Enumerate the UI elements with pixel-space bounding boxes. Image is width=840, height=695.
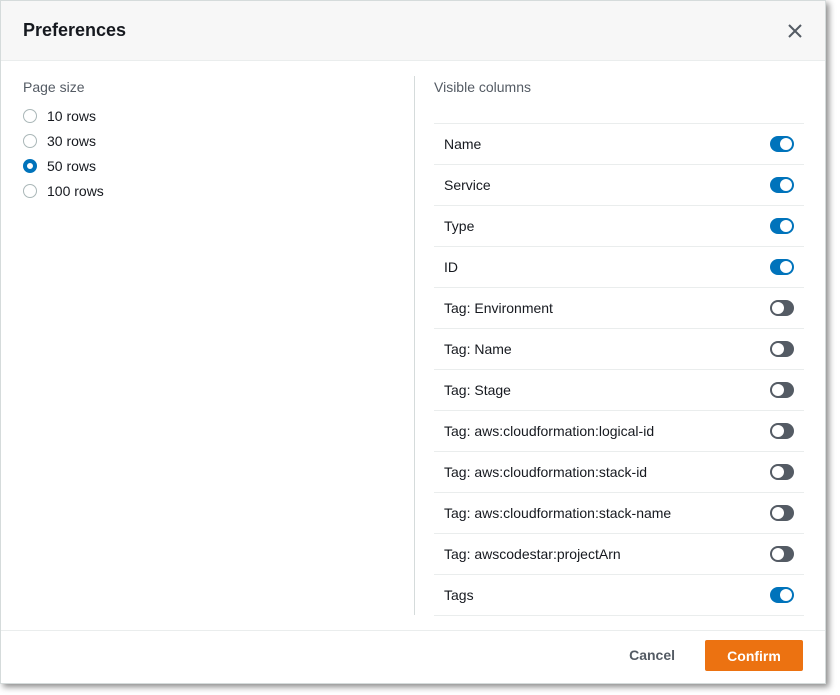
column-row: ID: [434, 247, 804, 288]
page-size-option[interactable]: 100 rows: [23, 178, 104, 203]
column-toggle[interactable]: [770, 300, 794, 316]
close-button[interactable]: [785, 21, 805, 41]
dialog-header: Preferences: [1, 1, 825, 61]
page-size-group: Page size 10 rows 30 rows 50 rows 100 rows: [23, 79, 104, 203]
visible-columns-list: Name Service Type ID Tag: Environment Tag: Na…: [434, 123, 804, 616]
column-row: Tags: [434, 575, 804, 616]
dialog-footer: Cancel Confirm: [1, 630, 825, 683]
column-label: Tags: [444, 587, 474, 603]
column-toggle[interactable]: [770, 177, 794, 193]
column-toggle[interactable]: [770, 423, 794, 439]
page-size-option-label: 10 rows: [47, 107, 97, 124]
column-toggle[interactable]: [770, 136, 794, 152]
radio-unchecked-icon[interactable]: [23, 133, 37, 148]
confirm-button[interactable]: Confirm: [705, 640, 803, 671]
toggle-knob: [772, 384, 784, 396]
page-size-option-label: 50 rows: [47, 157, 97, 174]
dialog-title: Preferences: [23, 20, 127, 40]
column-row: Tag: Environment: [434, 288, 804, 329]
close-icon: [788, 24, 802, 38]
visible-columns-group: Visible columns Name Service Type ID Tag: En…: [434, 79, 804, 616]
visible-columns-label: Visible columns: [434, 79, 532, 95]
toggle-knob: [772, 507, 784, 519]
page-size-option[interactable]: 10 rows: [23, 103, 104, 128]
column-toggle[interactable]: [770, 546, 794, 562]
toggle-knob: [772, 425, 784, 437]
column-toggle[interactable]: [770, 341, 794, 357]
toggle-knob: [772, 466, 784, 478]
page-size-option[interactable]: 30 rows: [23, 128, 104, 153]
toggle-knob: [780, 138, 792, 150]
column-row: Type: [434, 206, 804, 247]
toggle-knob: [772, 548, 784, 560]
column-label: Tag: aws:cloudformation:stack-name: [444, 505, 672, 521]
page-size-label: Page size: [23, 79, 85, 95]
column-row: Name: [434, 124, 804, 165]
column-row: Tag: Stage: [434, 370, 804, 411]
cancel-button[interactable]: Cancel: [629, 647, 675, 663]
toggle-knob: [772, 343, 784, 355]
column-row: Tag: aws:cloudformation:stack-name: [434, 493, 804, 534]
column-toggle[interactable]: [770, 259, 794, 275]
page-size-option-label: 100 rows: [47, 182, 104, 199]
column-label: Tag: aws:cloudformation:stack-id: [444, 464, 648, 480]
column-toggle[interactable]: [770, 464, 794, 480]
column-label: Tag: aws:cloudformation:logical-id: [444, 423, 655, 439]
column-label: ID: [444, 259, 458, 275]
column-row: Tag: Name: [434, 329, 804, 370]
column-label: Tag: Stage: [444, 382, 511, 398]
radio-unchecked-icon[interactable]: [23, 183, 37, 198]
column-row: Tag: aws:cloudformation:stack-id: [434, 452, 804, 493]
toggle-knob: [780, 589, 792, 601]
toggle-knob: [780, 220, 792, 232]
column-label: Name: [444, 136, 482, 152]
radio-checked-icon[interactable]: [23, 158, 37, 173]
page-size-option-label: 30 rows: [47, 132, 97, 149]
page-size-option[interactable]: 50 rows: [23, 153, 104, 178]
column-label: Tag: Environment: [444, 300, 553, 316]
column-label: Service: [444, 177, 491, 193]
column-label: Tag: awscodestar:projectArn: [444, 546, 621, 562]
vertical-divider: [414, 76, 415, 615]
radio-unchecked-icon[interactable]: [23, 108, 37, 123]
column-row: Tag: aws:cloudformation:logical-id: [434, 411, 804, 452]
toggle-knob: [780, 179, 792, 191]
column-label: Tag: Name: [444, 341, 512, 357]
column-toggle[interactable]: [770, 218, 794, 234]
toggle-knob: [780, 261, 792, 273]
column-toggle[interactable]: [770, 587, 794, 603]
preferences-dialog: Preferences Page size 10 rows 30 rows 50 r…: [0, 0, 826, 684]
column-toggle[interactable]: [770, 505, 794, 521]
column-toggle[interactable]: [770, 382, 794, 398]
toggle-knob: [772, 302, 784, 314]
column-row: Service: [434, 165, 804, 206]
column-row: Tag: awscodestar:projectArn: [434, 534, 804, 575]
column-label: Type: [444, 218, 475, 234]
